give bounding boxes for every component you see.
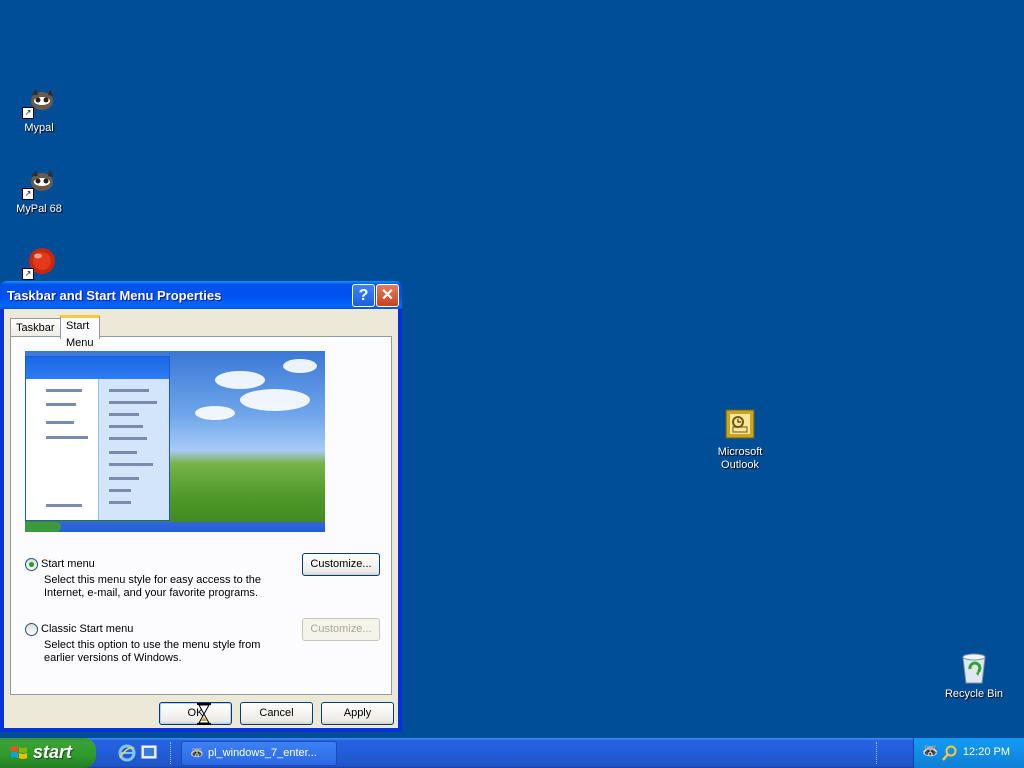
- taskbar: start 🦝 pl_windows_7_enter... 🦝 12:20 PM: [0, 738, 1024, 768]
- windows-flag-icon: [11, 746, 27, 759]
- close-icon: ✕: [380, 287, 395, 304]
- dialog-title: Taskbar and Start Menu Properties: [7, 288, 222, 303]
- search-icon[interactable]: [942, 745, 958, 761]
- close-button[interactable]: ✕: [376, 284, 399, 307]
- raccoon-icon: ↗: [22, 85, 56, 119]
- customize-start-menu-button[interactable]: Customize...: [302, 553, 380, 576]
- ok-button[interactable]: OK: [159, 702, 232, 725]
- apply-button[interactable]: Apply: [321, 702, 394, 725]
- tray-separator: [876, 742, 879, 764]
- taskbar-start-menu-properties-dialog: Taskbar and Start Menu Properties ? ✕ Ta…: [0, 281, 402, 732]
- question-mark-icon: ?: [358, 287, 369, 304]
- clock[interactable]: 12:20 PM: [963, 746, 1010, 758]
- internet-explorer-icon[interactable]: [118, 744, 136, 762]
- taskbar-item-pl-windows-7[interactable]: 🦝 pl_windows_7_enter...: [181, 741, 337, 766]
- recycle-bin-icon: [957, 651, 991, 685]
- preview-start-menu: [25, 356, 170, 521]
- tab-taskbar[interactable]: Taskbar: [10, 318, 61, 337]
- desktop-icon-label: Mypal: [24, 122, 54, 134]
- desktop-icon-label: MyPal 68: [16, 203, 62, 215]
- quick-launch-separator: [170, 742, 173, 764]
- desktop-icon-microsoft-outlook[interactable]: Microsoft Outlook: [700, 409, 780, 472]
- raccoon-icon: 🦝: [190, 747, 204, 759]
- start-menu-preview-image: [25, 351, 325, 532]
- desktop-icon-mypal-68[interactable]: ↗ MyPal 68: [0, 166, 79, 216]
- start-menu-tab-panel: Start menu Select this menu style for ea…: [10, 336, 392, 695]
- help-button[interactable]: ?: [352, 284, 375, 307]
- desktop-icon-mypal[interactable]: ↗ Mypal: [0, 85, 79, 135]
- customize-classic-start-menu-button: Customize...: [302, 618, 380, 641]
- desktop-icon-label: Microsoft Outlook: [717, 446, 763, 471]
- outlook-icon: [723, 409, 757, 443]
- hourglass-cursor-icon: [197, 703, 211, 725]
- title-bar[interactable]: Taskbar and Start Menu Properties ? ✕: [0, 281, 402, 309]
- desktop-icon-label: Recycle Bin: [944, 688, 1004, 700]
- task-item-label: pl_windows_7_enter...: [208, 747, 317, 759]
- tab-start-menu[interactable]: Start Menu: [60, 315, 100, 349]
- system-tray: 🦝 12:20 PM: [913, 738, 1024, 768]
- classic-start-menu-description: Select this option to use the menu style…: [44, 639, 261, 664]
- desktop-icon-recycle-bin[interactable]: Recycle Bin: [934, 651, 1014, 701]
- start-menu-description: Select this menu style for easy access t…: [44, 574, 262, 599]
- start-menu-option-label[interactable]: Start menu: [41, 558, 95, 570]
- start-label: start: [33, 742, 73, 762]
- classic-start-menu-option-label[interactable]: Classic Start menu: [41, 623, 133, 635]
- cancel-button[interactable]: Cancel: [240, 702, 313, 725]
- raccoon-icon: ↗: [22, 166, 56, 200]
- red-ball-icon: ↗: [22, 246, 56, 280]
- raccoon-tray-icon[interactable]: 🦝: [922, 744, 938, 759]
- preview-taskbar: [25, 522, 325, 532]
- show-desktop-icon[interactable]: [140, 744, 158, 762]
- classic-start-menu-radio[interactable]: [25, 623, 38, 636]
- start-button[interactable]: start: [0, 738, 96, 768]
- desktop-icon-red-ball[interactable]: ↗: [0, 246, 79, 283]
- start-menu-radio[interactable]: [25, 558, 38, 571]
- dialog-client-area: Taskbar Start Menu Start menu Select thi…: [4, 309, 398, 728]
